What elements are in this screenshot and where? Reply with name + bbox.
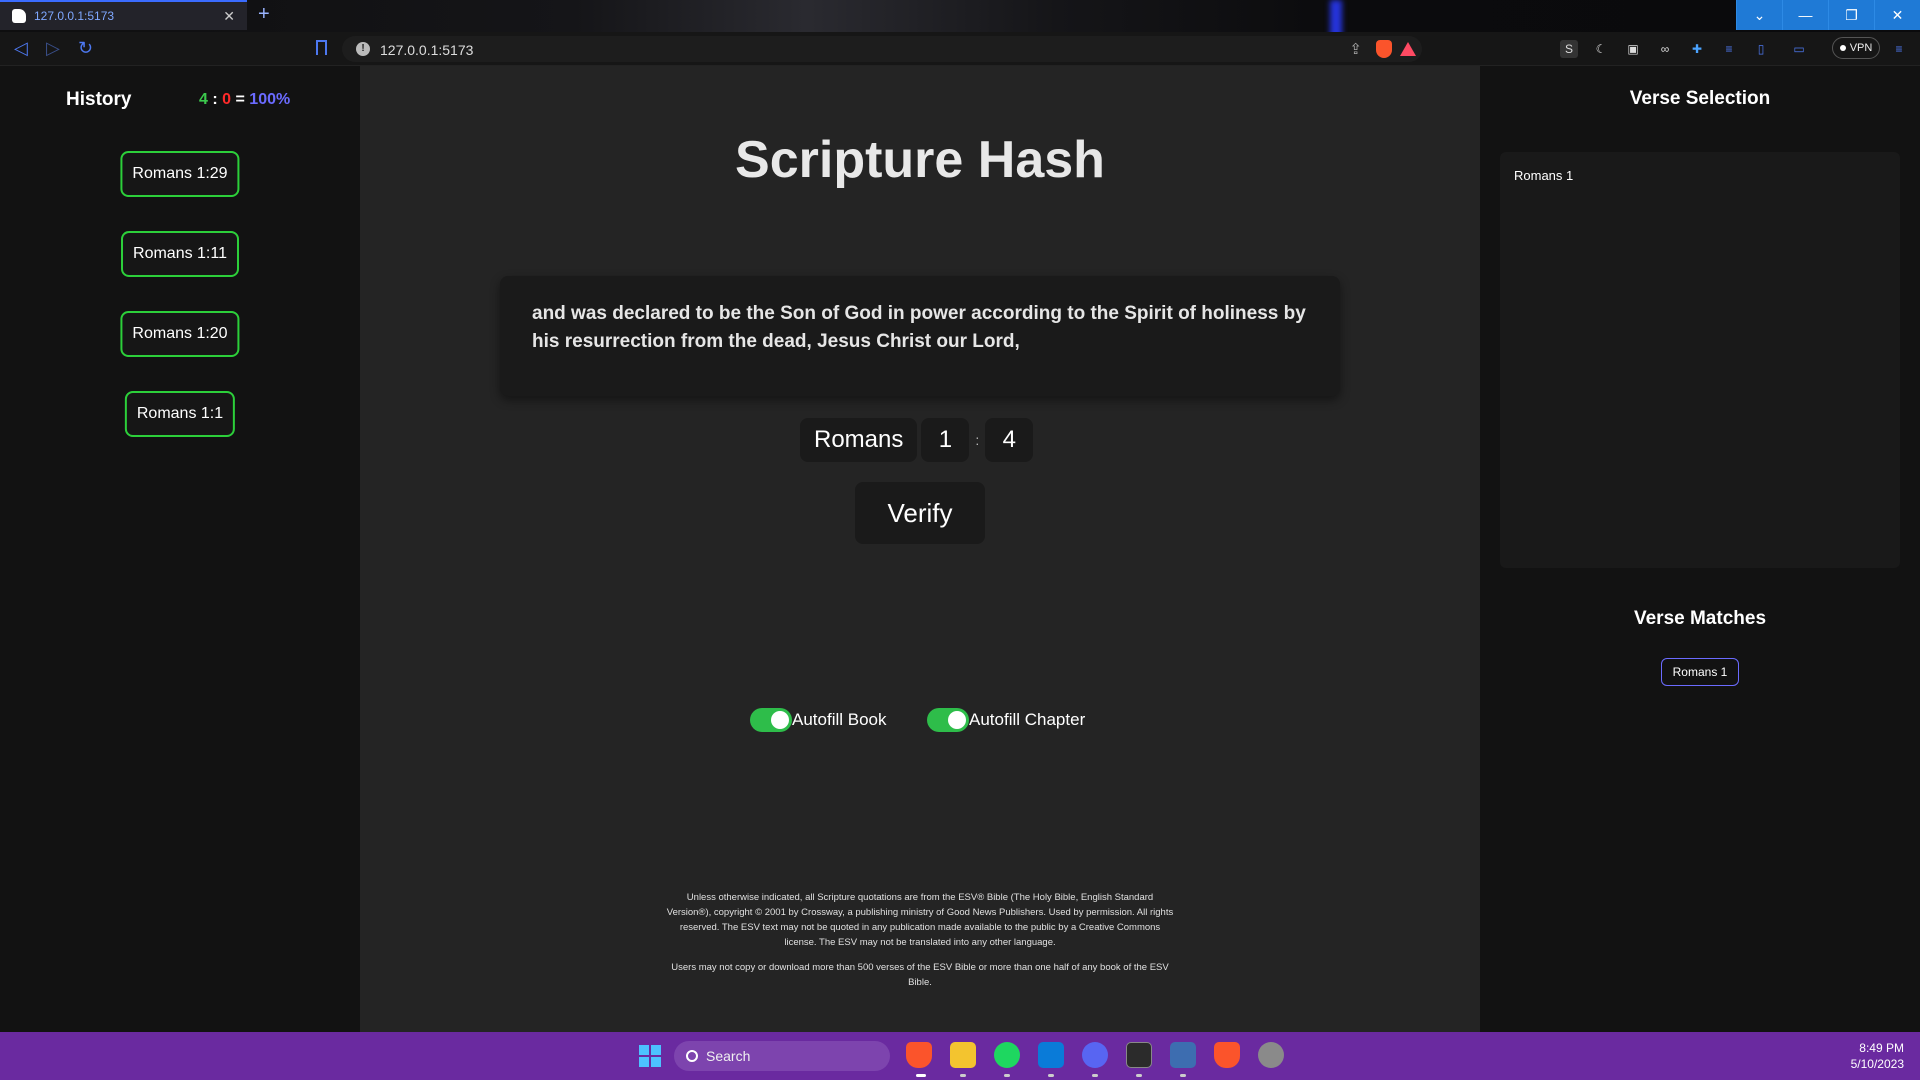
history-item[interactable]: Romans 1:1 xyxy=(124,391,236,437)
forward-icon[interactable]: ▷ xyxy=(46,38,60,59)
vpn-button[interactable]: VPN xyxy=(1832,37,1880,59)
verse-selection-panel: Verse Selection Romans 1 Verse Matches R… xyxy=(1480,66,1920,1032)
bookmark-icon[interactable] xyxy=(316,40,327,55)
verse-match-item[interactable]: Romans 1 xyxy=(1661,658,1739,686)
browser-tab[interactable]: 127.0.0.1:5173 ✕ xyxy=(0,0,247,30)
clock-date: 5/10/2023 xyxy=(1850,1057,1904,1071)
tab-favicon-icon xyxy=(12,9,26,23)
back-icon[interactable]: ◁ xyxy=(14,38,28,59)
autofill-book-toggle-row: Autofill Book xyxy=(750,708,887,732)
tab-close-icon[interactable]: ✕ xyxy=(223,8,247,25)
reload-icon[interactable]: ↻ xyxy=(78,38,93,59)
history-title: History xyxy=(66,89,132,110)
extension-glasses-icon[interactable]: ∞ xyxy=(1656,40,1674,58)
settings-gear-icon[interactable] xyxy=(1258,1042,1284,1068)
verse-text: and was declared to be the Son of God in… xyxy=(500,276,1340,396)
autofill-chapter-label: Autofill Chapter xyxy=(969,710,1086,729)
score-separator: : xyxy=(212,91,218,108)
vpn-status-dot xyxy=(1839,45,1846,51)
extension-reader-icon[interactable]: ▣ xyxy=(1624,40,1642,58)
menu-icon[interactable]: ≡ xyxy=(1890,40,1908,58)
verse-selection-item[interactable]: Romans 1 xyxy=(1514,168,1573,183)
vpn-label: VPN xyxy=(1849,42,1873,54)
brave-rewards-icon[interactable] xyxy=(1400,42,1416,56)
minimize-button[interactable]: — xyxy=(1782,0,1828,30)
app-indicator xyxy=(1048,1074,1054,1077)
app-indicator xyxy=(1136,1074,1142,1077)
new-tab-button[interactable]: + xyxy=(258,3,270,26)
playlist-icon[interactable]: ≡ xyxy=(1720,40,1738,58)
chapter-input[interactable]: 1 xyxy=(921,418,970,462)
history-panel: History 4 : 0 = 100% Romans 1:29 Romans … xyxy=(0,66,360,1032)
windows-start-icon[interactable] xyxy=(639,1045,661,1067)
score-summary: 4 : 0 = 100% xyxy=(199,91,290,109)
browser-toolbar: ◁ ▷ ↻ ! 127.0.0.1:5173 ⇪ S ☾ ▣ ∞ ✚ ≡ ▯ ▭… xyxy=(0,32,1920,66)
score-equals: = xyxy=(235,91,245,108)
verse-selection-title: Verse Selection xyxy=(1629,88,1771,109)
window-controls: ⌄ — ❐ ✕ xyxy=(1736,0,1920,30)
verse-matches-title: Verse Matches xyxy=(1633,608,1767,629)
score-percent: 100% xyxy=(249,91,291,108)
history-item[interactable]: Romans 1:29 xyxy=(120,151,240,197)
taskbar-clock[interactable]: 8:49 PM 5/10/2023 xyxy=(1851,1040,1904,1072)
brave-shields-icon[interactable] xyxy=(1376,40,1392,58)
tab-search-icon[interactable]: ⌄ xyxy=(1736,0,1782,30)
wallpaper-glow xyxy=(1330,0,1342,32)
url-text[interactable]: 127.0.0.1:5173 xyxy=(380,42,473,58)
autofill-book-label: Autofill Book xyxy=(792,710,887,729)
app-indicator xyxy=(1180,1074,1186,1077)
restore-button[interactable]: ❐ xyxy=(1828,0,1874,30)
taskbar-search[interactable]: Search xyxy=(674,1041,890,1071)
taskbar-search-label: Search xyxy=(706,1048,751,1064)
autofill-chapter-toggle-row: Autofill Chapter xyxy=(927,708,1085,732)
wallet-icon[interactable]: ▭ xyxy=(1790,40,1808,58)
history-item[interactable]: Romans 1:20 xyxy=(120,311,240,357)
reference-inputs: Romans 1 : 4 xyxy=(800,418,1034,462)
brave-browser-alt-icon[interactable] xyxy=(1214,1042,1240,1068)
vscode-icon[interactable] xyxy=(1038,1042,1064,1068)
sidebar-icon[interactable]: ▯ xyxy=(1752,40,1770,58)
dark-mode-icon[interactable]: ☾ xyxy=(1592,40,1610,58)
app-root: History 4 : 0 = 100% Romans 1:29 Romans … xyxy=(0,66,1920,1032)
extensions-puzzle-icon[interactable]: ✚ xyxy=(1688,40,1706,58)
site-info-icon[interactable]: ! xyxy=(356,42,370,56)
toggle-knob xyxy=(948,711,966,729)
browser-tab-strip: 127.0.0.1:5173 ✕ + ⌄ — ❐ ✕ xyxy=(0,0,1920,32)
tab-title: 127.0.0.1:5173 xyxy=(34,9,115,23)
task-manager-icon[interactable] xyxy=(1170,1042,1196,1068)
verify-button[interactable]: Verify xyxy=(855,482,985,544)
score-wrong: 0 xyxy=(222,91,232,108)
windows-taskbar: Search 8:49 PM 5/10/2023 xyxy=(0,1032,1920,1080)
terminal-icon[interactable] xyxy=(1126,1042,1152,1068)
extension-s-icon[interactable]: S xyxy=(1560,40,1578,58)
discord-icon[interactable] xyxy=(1082,1042,1108,1068)
app-indicator xyxy=(960,1074,966,1077)
app-indicator xyxy=(1004,1074,1010,1077)
autofill-book-toggle[interactable] xyxy=(750,708,792,732)
search-icon xyxy=(686,1050,698,1062)
reference-colon: : xyxy=(975,432,980,448)
autofill-chapter-toggle[interactable] xyxy=(927,708,969,732)
verse-input[interactable]: 4 xyxy=(985,418,1034,462)
book-input[interactable]: Romans xyxy=(800,418,918,462)
main-panel: Scripture Hash and was declared to be th… xyxy=(360,66,1480,1032)
clock-time: 8:49 PM xyxy=(1859,1041,1904,1055)
share-icon[interactable]: ⇪ xyxy=(1349,40,1362,58)
close-window-button[interactable]: ✕ xyxy=(1874,0,1920,30)
usage-paragraph: Users may not copy or download more than… xyxy=(671,962,1169,988)
spotify-icon[interactable] xyxy=(994,1042,1020,1068)
app-indicator xyxy=(1092,1074,1098,1077)
verse-selection-list xyxy=(1500,152,1900,568)
file-explorer-icon[interactable] xyxy=(950,1042,976,1068)
active-app-indicator xyxy=(916,1074,926,1077)
score-correct: 4 xyxy=(199,91,208,108)
toggle-knob xyxy=(771,711,789,729)
page-title: Scripture Hash xyxy=(735,131,1105,189)
brave-browser-icon[interactable] xyxy=(906,1042,932,1068)
copyright-paragraph: Unless otherwise indicated, all Scriptur… xyxy=(666,892,1174,948)
copyright-notice: Unless otherwise indicated, all Scriptur… xyxy=(665,890,1175,990)
address-bar[interactable]: ! 127.0.0.1:5173 ⇪ xyxy=(342,36,1422,62)
history-item[interactable]: Romans 1:11 xyxy=(121,231,239,277)
